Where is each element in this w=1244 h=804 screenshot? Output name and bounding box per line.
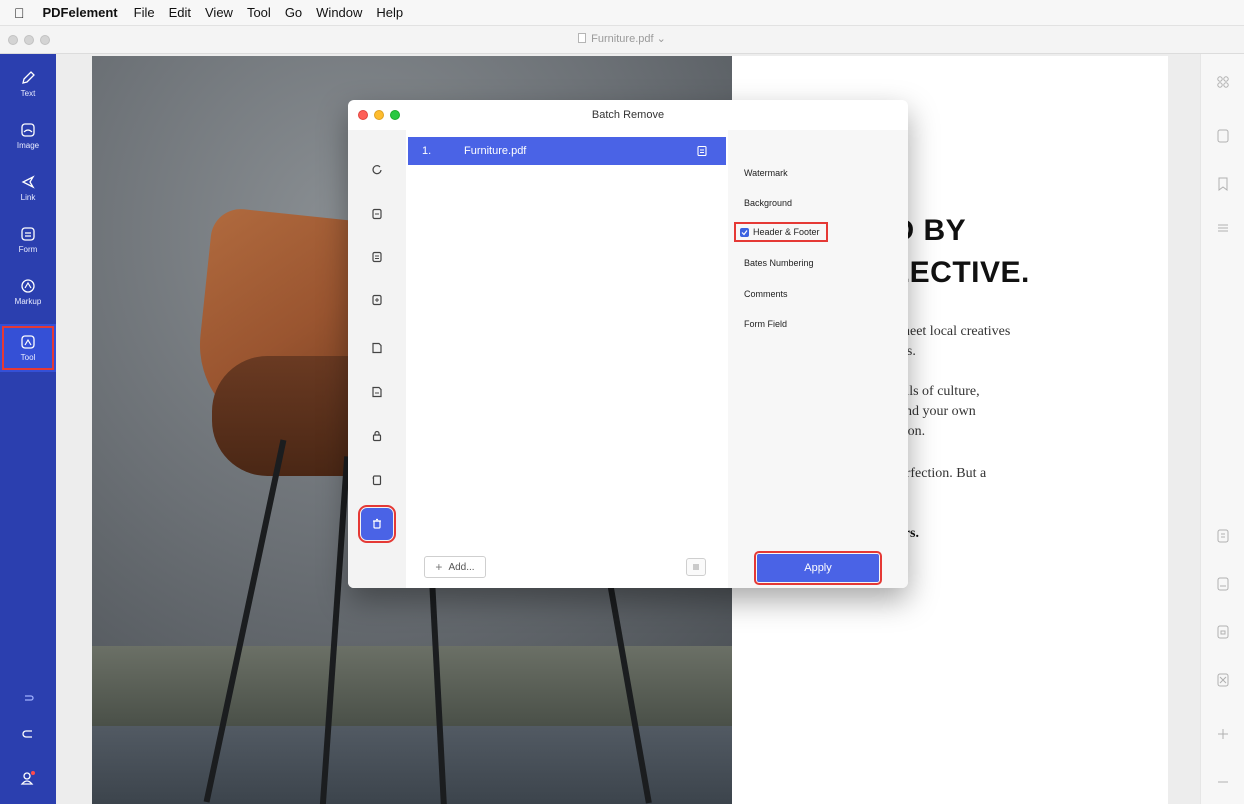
convert-icon[interactable] [365,158,389,182]
account-button[interactable] [0,770,56,786]
grid-icon[interactable] [1215,74,1231,90]
apply-button[interactable]: Apply [754,551,882,585]
menu-go[interactable]: Go [285,5,302,20]
sidebar-item-label: Text [20,89,36,98]
print-icon[interactable] [365,468,389,492]
sidebar-item-label: Markup [14,297,42,306]
remove-icon[interactable] [358,505,396,543]
option-watermark[interactable]: Watermark [744,168,788,178]
sidebar-item-tool[interactable]: Tool [0,324,56,372]
sidebar-item-text[interactable]: Text [0,60,56,108]
tool-icon [21,335,35,349]
list-icon[interactable] [1215,220,1231,236]
add-files-label: Add... [448,561,475,573]
markup-icon [21,279,35,293]
link-icon [21,175,35,189]
pencil-icon [22,71,35,84]
file-name: Furniture.pdf [464,145,527,157]
sidebar-item-link[interactable]: Link [0,164,56,212]
image-icon [21,123,35,137]
file-properties-icon[interactable] [696,145,708,157]
batch-tool-sidebar [348,130,406,588]
redo-button[interactable] [0,726,56,742]
plus-icon: + [435,560,443,574]
sidebar-item-label: Link [20,193,36,202]
bates-icon[interactable] [365,336,389,360]
sidebar-item-label: Image [16,141,40,150]
document-title-label: Furniture.pdf ⌄ [591,33,666,45]
undo-icon [25,695,34,701]
left-toolbar: Text Image Link Form Markup Tool [0,54,56,804]
scan-icon[interactable] [1215,672,1231,688]
file-list-row[interactable]: 1. Furniture.pdf [408,137,726,165]
create-icon[interactable] [365,202,389,226]
file-index: 1. [422,145,432,157]
option-form-field[interactable]: Form Field [744,319,787,329]
data-icon[interactable] [365,380,389,404]
optimize-icon[interactable] [365,288,389,312]
sidebar-item-form[interactable]: Form [0,216,56,264]
menu-help[interactable]: Help [376,5,403,20]
sidebar-item-markup[interactable]: Markup [0,268,56,316]
option-header-footer[interactable]: Header & Footer [734,222,828,242]
list-icon [693,564,699,570]
right-toolbar [1200,54,1244,804]
dialog-title-bar: Batch Remove [348,100,908,130]
add-files-button[interactable]: + Add... [424,556,486,578]
sidebar-item-label: Tool [20,353,36,362]
checkbox-checked-icon[interactable] [740,227,749,237]
undo-button[interactable] [0,690,56,706]
redo-icon [22,730,32,738]
document-icon [578,33,587,43]
account-icon [20,771,35,785]
menu-tool[interactable]: Tool [247,5,271,20]
option-label: Watermark [744,168,788,178]
ocr-icon[interactable] [365,245,389,269]
sidebar-item-image[interactable]: Image [0,112,56,160]
page-icon[interactable] [1215,128,1231,144]
remove-options-panel: Watermark Background Header & Footer Bat… [728,130,908,588]
menu-file[interactable]: File [134,5,155,20]
image-page-icon[interactable] [1215,576,1231,592]
option-comments[interactable]: Comments [744,289,788,299]
window-title-bar: Furniture.pdf ⌄ [0,26,1244,54]
zoom-out-icon[interactable] [1215,774,1231,790]
option-label: Background [744,198,793,208]
option-background[interactable]: Background [744,198,792,208]
app-name-menu[interactable]: PDFelement [43,5,118,20]
option-label: Form Field [744,319,788,329]
bookmark-icon[interactable] [1215,176,1231,192]
file-list: 1. Furniture.pdf + Add... [406,130,728,588]
form-icon [21,227,35,241]
option-bates-numbering[interactable]: Bates Numbering [744,258,814,268]
text-page-icon[interactable] [1215,624,1231,640]
document-title[interactable]: Furniture.pdf ⌄ [0,32,1244,45]
sidebar-item-label: Form [18,245,38,254]
option-label: Bates Numbering [744,258,814,268]
menu-window[interactable]: Window [316,5,362,20]
option-label: Comments [744,289,788,299]
menu-edit[interactable]: Edit [169,5,191,20]
clear-list-button[interactable] [686,558,706,576]
dialog-title: Batch Remove [591,109,665,121]
document-icon[interactable] [1215,528,1231,544]
option-label: Header & Footer [753,227,820,237]
menu-view[interactable]: View [205,5,233,20]
apple-icon[interactable]:  [14,5,25,21]
menu-bar:  PDFelement File Edit View Tool Go Wind… [0,0,1244,26]
batch-remove-dialog: Batch Remove 1. Furniture.pdf + Add... Wa… [348,100,908,588]
security-icon[interactable] [365,424,389,448]
zoom-in-icon[interactable] [1215,726,1231,742]
